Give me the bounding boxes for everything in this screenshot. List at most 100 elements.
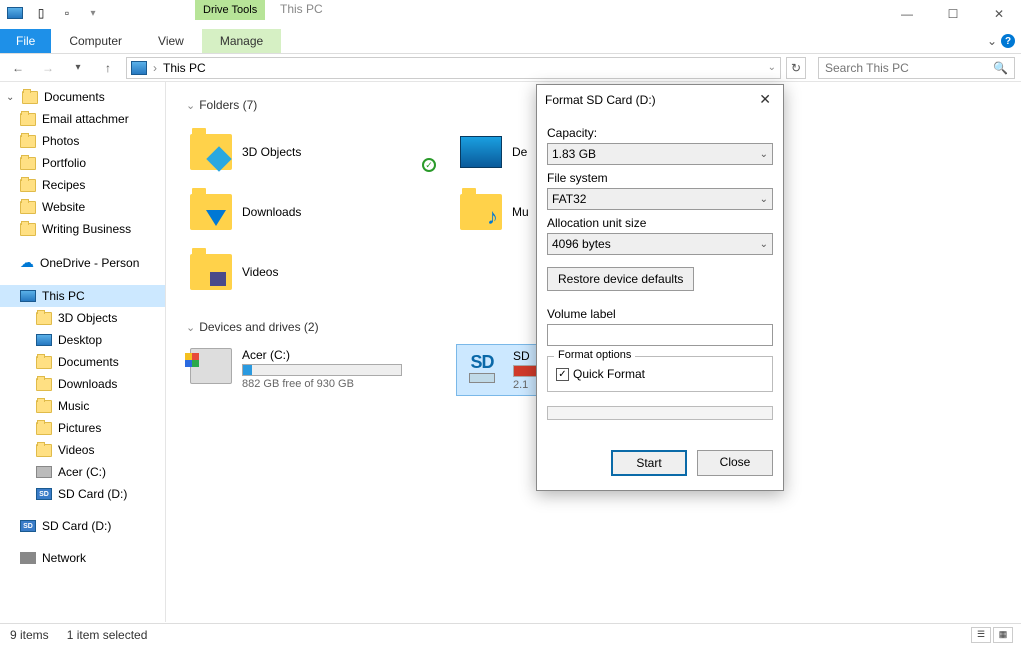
view-icons-button[interactable]: ▦ xyxy=(993,627,1013,643)
tree-item-acer-c[interactable]: Acer (C:) xyxy=(0,461,165,483)
search-icon: 🔍 xyxy=(993,61,1008,75)
address-dropdown-icon[interactable]: ⌄ xyxy=(768,62,776,73)
tree-item-portfolio[interactable]: Portfolio xyxy=(0,152,165,174)
folder-icon xyxy=(20,113,36,126)
start-button[interactable]: Start xyxy=(611,450,687,476)
filesystem-label: File system xyxy=(547,171,773,185)
search-box[interactable]: 🔍 xyxy=(818,57,1015,79)
maximize-button[interactable]: ☐ xyxy=(939,4,967,24)
close-button[interactable]: Close xyxy=(697,450,773,476)
capacity-bar xyxy=(242,364,402,376)
folder-icon xyxy=(20,135,36,148)
tree-item-recipes[interactable]: Recipes xyxy=(0,174,165,196)
desktop-icon xyxy=(460,136,502,168)
chevron-down-icon[interactable]: ⌄ xyxy=(6,92,16,103)
close-button[interactable]: ✕ xyxy=(985,4,1013,24)
tab-file[interactable]: File xyxy=(0,29,51,53)
folder-icon xyxy=(36,378,52,391)
allocation-label: Allocation unit size xyxy=(547,216,773,230)
refresh-button[interactable]: ↻ xyxy=(786,57,806,79)
drive-label: Acer (C:) xyxy=(242,348,402,362)
navigation-tree: ⌄Documents Email attachmer Photos Portfo… xyxy=(0,82,166,622)
chevron-down-icon: ⌄ xyxy=(760,149,768,160)
breadcrumb-location[interactable]: This PC xyxy=(163,61,206,75)
tree-item-onedrive[interactable]: ☁OneDrive - Person xyxy=(0,250,165,275)
quick-format-checkbox[interactable]: ✓ xyxy=(556,368,569,381)
tree-item-pictures[interactable]: Pictures xyxy=(0,417,165,439)
search-input[interactable] xyxy=(825,61,993,75)
quick-access-toolbar: ▯ ▫ ▾ xyxy=(0,0,108,26)
tree-item-desktop[interactable]: Desktop xyxy=(0,329,165,351)
sync-status-icon: ✓ xyxy=(422,158,436,172)
folder-icon xyxy=(36,356,52,369)
quick-format-label: Quick Format xyxy=(573,367,645,381)
folder-item-downloads[interactable]: Downloads xyxy=(186,182,456,242)
address-bar[interactable]: › This PC ⌄ xyxy=(126,57,781,79)
tree-item-thispc[interactable]: This PC xyxy=(0,285,165,307)
folder-item-3dobjects[interactable]: 3D Objects ✓ xyxy=(186,122,456,182)
folder-icon xyxy=(460,194,502,230)
qat-item[interactable]: ▯ xyxy=(30,2,52,24)
status-item-count: 9 items xyxy=(10,628,49,642)
tree-item-website[interactable]: Website xyxy=(0,196,165,218)
qat-dropdown[interactable]: ▾ xyxy=(82,2,104,24)
tree-item-music[interactable]: Music xyxy=(0,395,165,417)
qat-item[interactable]: ▫ xyxy=(56,2,78,24)
navigation-bar: ← → ▾ ↑ › This PC ⌄ ↻ 🔍 xyxy=(0,54,1021,82)
ribbon-tabs: File Computer View Manage xyxy=(0,28,281,54)
status-selected-count: 1 item selected xyxy=(67,628,148,642)
tree-item-videos[interactable]: Videos xyxy=(0,439,165,461)
capacity-select[interactable]: 1.83 GB⌄ xyxy=(547,143,773,165)
folder-label-partial: Mu xyxy=(512,205,529,219)
ribbon-collapse-icon[interactable]: ⌄ xyxy=(987,34,997,48)
tab-computer[interactable]: Computer xyxy=(51,29,140,53)
folder-icon xyxy=(36,400,52,413)
tab-manage[interactable]: Manage xyxy=(202,29,281,53)
app-icon[interactable] xyxy=(4,2,26,24)
sd-icon: SD xyxy=(20,520,36,532)
filesystem-select[interactable]: FAT32⌄ xyxy=(547,188,773,210)
tree-item-documents[interactable]: ⌄Documents xyxy=(0,86,165,108)
window-title: This PC xyxy=(280,2,323,16)
monitor-icon xyxy=(36,334,52,346)
tree-item-email[interactable]: Email attachmer xyxy=(0,108,165,130)
recent-locations-icon[interactable]: ▾ xyxy=(66,56,90,80)
folder-icon xyxy=(20,157,36,170)
allocation-select[interactable]: 4096 bytes⌄ xyxy=(547,233,773,255)
restore-defaults-button[interactable]: Restore device defaults xyxy=(547,267,694,291)
chevron-down-icon: ⌄ xyxy=(760,194,768,205)
back-button[interactable]: ← xyxy=(6,56,30,80)
format-dialog: Format SD Card (D:) ✕ Capacity: 1.83 GB⌄… xyxy=(536,84,784,491)
folder-icon xyxy=(20,201,36,214)
thispc-icon xyxy=(20,290,36,302)
tree-item-3dobjects[interactable]: 3D Objects xyxy=(0,307,165,329)
drive-item-acer-c[interactable]: Acer (C:) 882 GB free of 930 GB xyxy=(186,344,456,396)
disk-icon xyxy=(36,466,52,478)
folder-item-videos[interactable]: Videos xyxy=(186,242,456,302)
volume-label-input[interactable] xyxy=(547,324,773,346)
folder-icon xyxy=(190,134,232,170)
view-details-button[interactable]: ☰ xyxy=(971,627,991,643)
chevron-down-icon: ⌄ xyxy=(760,239,768,250)
folder-icon xyxy=(190,194,232,230)
tree-item-documents2[interactable]: Documents xyxy=(0,351,165,373)
chevron-down-icon: ⌄ xyxy=(186,321,195,334)
contextual-tab-label: Drive Tools xyxy=(195,0,265,20)
forward-button[interactable]: → xyxy=(36,56,60,80)
minimize-button[interactable]: — xyxy=(893,4,921,24)
sd-icon: SD xyxy=(461,349,503,385)
tab-view[interactable]: View xyxy=(140,29,202,53)
tree-item-network[interactable]: Network xyxy=(0,547,165,569)
chevron-down-icon: ⌄ xyxy=(186,99,195,112)
help-icon[interactable]: ? xyxy=(1001,34,1015,48)
tree-item-writing[interactable]: Writing Business xyxy=(0,218,165,240)
folder-icon xyxy=(36,312,52,325)
tree-item-downloads[interactable]: Downloads xyxy=(0,373,165,395)
format-options-legend: Format options xyxy=(554,349,635,361)
up-button[interactable]: ↑ xyxy=(96,56,120,80)
tree-item-photos[interactable]: Photos xyxy=(0,130,165,152)
tree-item-sdcard[interactable]: SDSD Card (D:) xyxy=(0,483,165,505)
dialog-title: Format SD Card (D:) xyxy=(545,93,656,107)
close-icon[interactable]: ✕ xyxy=(755,91,775,108)
tree-item-sdcard-root[interactable]: SDSD Card (D:) xyxy=(0,515,165,537)
